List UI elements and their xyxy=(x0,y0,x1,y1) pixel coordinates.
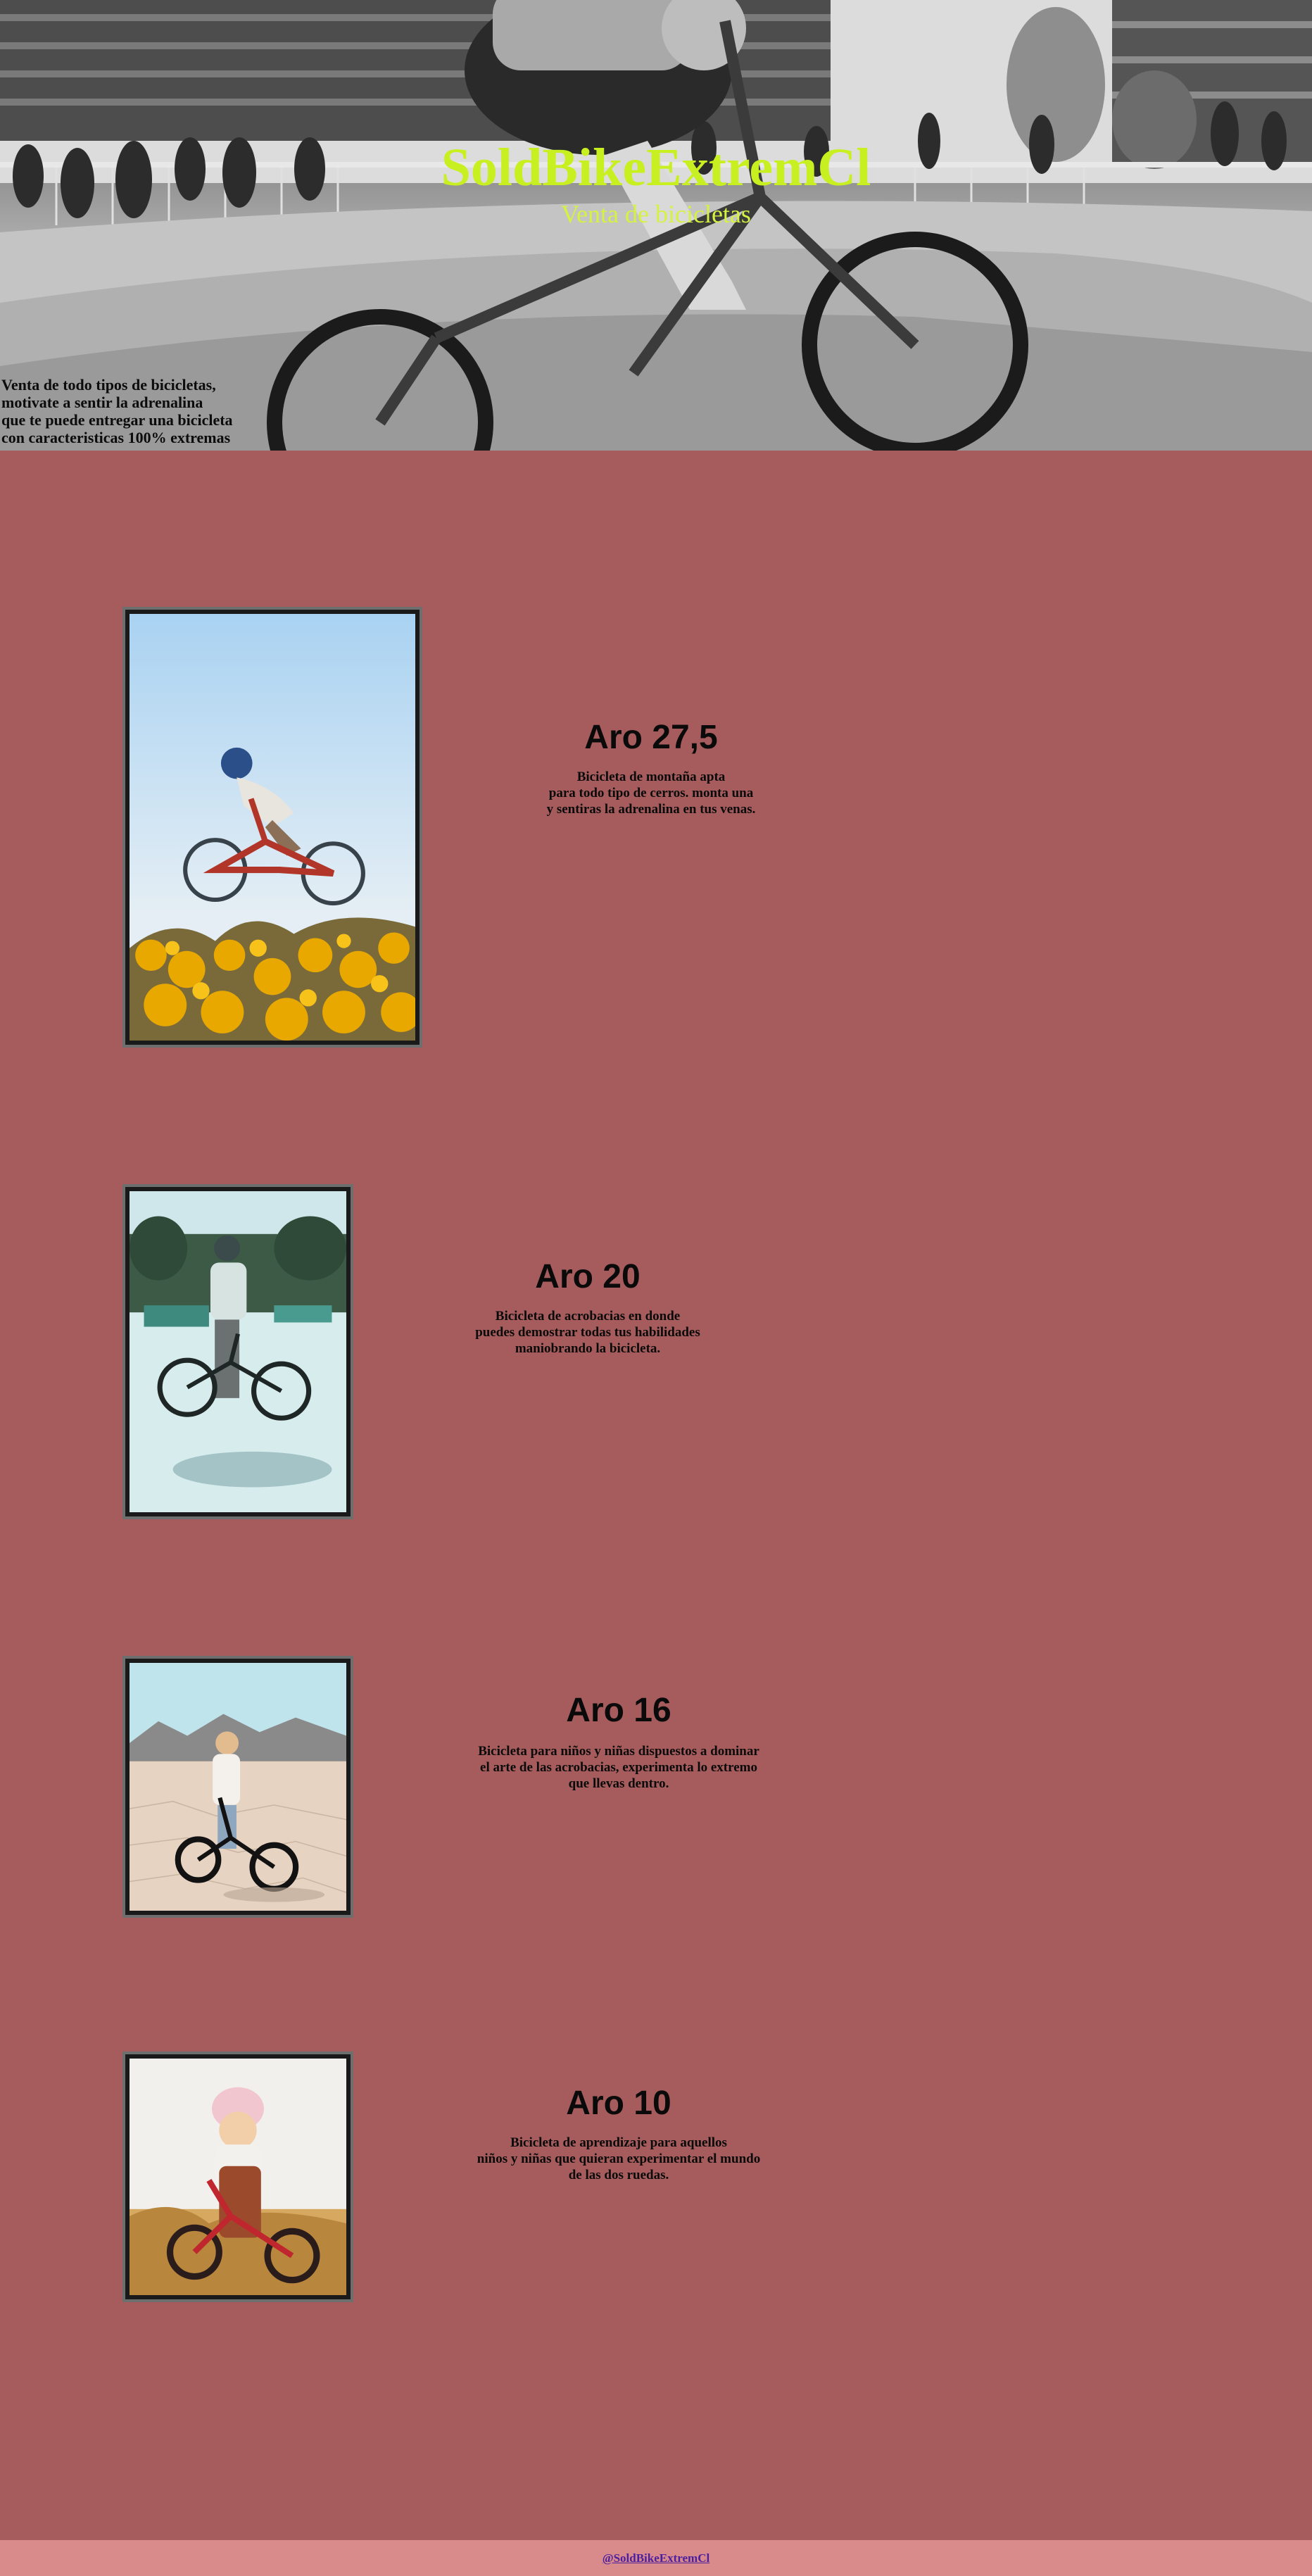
hero-tagline-line: con caracteristicas 100% extremas xyxy=(1,429,231,446)
product-description-line: de las dos ruedas. xyxy=(568,2168,669,2182)
product-description-line: y sentiras la adrenalina en tus venas. xyxy=(546,802,756,817)
product-description-line: Bicicleta de montaña apta xyxy=(576,769,726,784)
product-description: Bicicleta de acrobacias en donde puedes … xyxy=(429,1308,746,1357)
product-description-line: Bicicleta de aprendizaje para aquellos xyxy=(510,2135,727,2150)
product-title: Aro 20 xyxy=(535,1258,641,1295)
product-title: Aro 16 xyxy=(566,1692,671,1729)
footer-social-link[interactable]: @SoldBikeExtremCl xyxy=(603,2551,709,2565)
hero-tagline-line: motivate a sentir la adrenalina xyxy=(1,394,203,411)
product-description-line: que llevas dentro. xyxy=(568,1776,669,1791)
product-description: Bicicleta para niños y niñas dispuestos … xyxy=(446,1743,791,1792)
hero-tagline-line: que te puede entregar una bicicleta xyxy=(1,411,233,429)
product-photo-kid-bike-desert xyxy=(122,1656,353,1918)
product-description-line: maniobrando la bicicleta. xyxy=(515,1341,661,1356)
product-description-line: para todo tipo de cerros. monta una xyxy=(548,786,754,800)
hero-banner: SoldBikeExtremCl Venta de bicicletas Ven… xyxy=(0,0,1312,451)
site-subtitle: Venta de bicicletas xyxy=(561,200,751,228)
product-photo-balance-bike-child xyxy=(122,2052,353,2302)
product-description-line: el arte de las acrobacias, experimenta l… xyxy=(480,1760,757,1775)
product-photo-bmx-skatepark xyxy=(122,1184,353,1519)
product-description-line: puedes demostrar todas tus habilidades xyxy=(475,1325,700,1340)
hero-tagline: Venta de todo tipos de bicicletas, motiv… xyxy=(1,376,233,446)
site-title: SoldBikeExtremCl xyxy=(441,138,871,197)
hero-tagline-line: Venta de todo tipos de bicicletas, xyxy=(1,376,216,394)
product-description-line: niños y niñas que quieran experimentar e… xyxy=(477,2151,761,2166)
product-description-line: Bicicleta para niños y niñas dispuestos … xyxy=(478,1744,759,1759)
footer: @SoldBikeExtremCl xyxy=(0,2540,1312,2576)
product-title: Aro 10 xyxy=(566,2085,671,2122)
product-description-line: Bicicleta de acrobacias en donde xyxy=(495,1309,681,1324)
product-photo-mtb-jump xyxy=(122,607,422,1048)
product-title: Aro 27,5 xyxy=(584,719,718,756)
product-description: Bicicleta de montaña apta para todo tipo… xyxy=(493,769,809,817)
product-description: Bicicleta de aprendizaje para aquellos n… xyxy=(446,2135,791,2183)
